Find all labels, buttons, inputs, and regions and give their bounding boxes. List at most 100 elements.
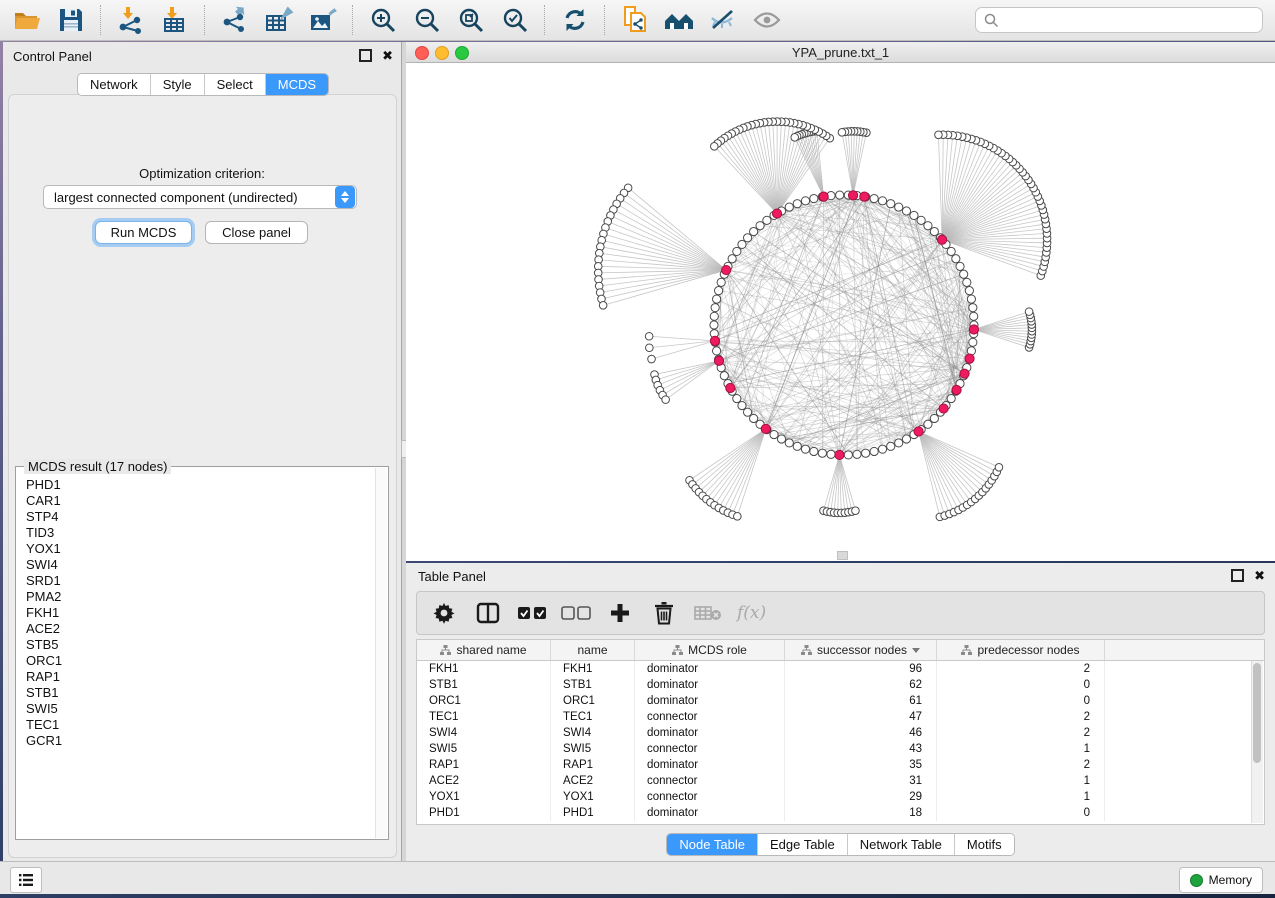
table-row[interactable]: ORC1ORC1dominator610 (417, 693, 1264, 709)
tab-style[interactable]: Style (151, 74, 205, 95)
table-cell: dominator (635, 677, 785, 693)
mcds-result-item[interactable]: YOX1 (17, 541, 376, 557)
mcds-result-item[interactable]: ORC1 (17, 653, 376, 669)
close-table-panel-icon[interactable]: ✖ (1254, 570, 1265, 581)
tab-mcds[interactable]: MCDS (266, 74, 328, 95)
tab-network[interactable]: Network (78, 74, 151, 95)
table-scrollbar-thumb[interactable] (1253, 663, 1261, 763)
float-panel-icon[interactable] (359, 49, 372, 62)
column-header-successor-nodes[interactable]: successor nodes (785, 640, 937, 660)
table-row[interactable]: TEC1TEC1connector472 (417, 709, 1264, 725)
mcds-result-item[interactable]: SWI5 (17, 701, 376, 717)
mcds-result-item[interactable]: RAP1 (17, 669, 376, 685)
table-cell: connector (635, 773, 785, 789)
table-row[interactable]: YOX1YOX1connector291 (417, 789, 1264, 805)
toolbar-separator (544, 5, 546, 35)
zoom-fit-icon[interactable] (452, 4, 490, 36)
table-row[interactable]: PHD1PHD1dominator180 (417, 805, 1264, 821)
close-panel-button[interactable]: Close panel (205, 221, 308, 244)
mcds-result-item[interactable]: CAR1 (17, 493, 376, 509)
control-panel-title: Control Panel (13, 49, 92, 64)
network-graph (406, 63, 1275, 560)
column-header-predecessor-nodes[interactable]: predecessor nodes (937, 640, 1105, 660)
search-input[interactable] (1005, 12, 1254, 28)
function-builder-icon[interactable]: f(x) (737, 603, 766, 623)
tab-edge-table[interactable]: Edge Table (758, 834, 848, 855)
column-header-name[interactable]: name (551, 640, 635, 660)
search-box[interactable] (975, 7, 1263, 33)
canvas-resize-handle[interactable] (837, 551, 848, 560)
network-canvas[interactable] (406, 63, 1275, 560)
tab-node-table[interactable]: Node Table (667, 834, 758, 855)
result-scrollbar[interactable] (375, 468, 387, 838)
table-row[interactable]: FKH1FKH1dominator962 (417, 661, 1264, 677)
table-cell: TEC1 (551, 709, 635, 725)
table-cell: 35 (785, 757, 937, 773)
table-row[interactable]: ACE2ACE2connector311 (417, 773, 1264, 789)
table-row[interactable]: STB1STB1dominator620 (417, 677, 1264, 693)
mcds-result-item[interactable]: STB5 (17, 637, 376, 653)
deselect-all-icon[interactable] (561, 598, 591, 628)
close-panel-icon[interactable]: ✖ (382, 50, 393, 61)
zoom-selected-icon[interactable] (496, 4, 534, 36)
table-cell: 1 (937, 773, 1105, 789)
column-pane-icon[interactable] (473, 598, 503, 628)
export-network-icon[interactable] (216, 4, 254, 36)
delete-table-icon[interactable] (693, 598, 723, 628)
mcds-result-item[interactable]: TEC1 (17, 717, 376, 733)
table-cell: SWI5 (551, 741, 635, 757)
table-row[interactable]: SWI4SWI4dominator462 (417, 725, 1264, 741)
table-cell: 2 (937, 661, 1105, 677)
mcds-result-item[interactable]: SWI4 (17, 557, 376, 573)
optimization-value: largest connected component (undirected) (44, 190, 335, 205)
duplicate-network-icon[interactable] (616, 4, 654, 36)
mcds-result-item[interactable]: FKH1 (17, 605, 376, 621)
column-header-filler (1105, 640, 1264, 660)
mcds-result-item[interactable]: PHD1 (17, 477, 376, 493)
tab-motifs[interactable]: Motifs (955, 834, 1014, 855)
mcds-result-item[interactable]: SRD1 (17, 573, 376, 589)
refresh-icon[interactable] (556, 4, 594, 36)
table-cell: PHD1 (551, 805, 635, 821)
table-cell: 62 (785, 677, 937, 693)
mcds-result-item[interactable]: STB1 (17, 685, 376, 701)
table-cell: 1 (937, 741, 1105, 757)
export-table-icon[interactable] (260, 4, 298, 36)
network-titlebar[interactable]: YPA_prune.txt_1 (406, 42, 1275, 63)
table-cell: FKH1 (551, 661, 635, 677)
delete-column-icon[interactable] (649, 598, 679, 628)
column-header-shared-name[interactable]: shared name (417, 640, 551, 660)
table-cell: SWI4 (551, 725, 635, 741)
mcds-result-item[interactable]: PMA2 (17, 589, 376, 605)
mcds-result-item[interactable]: STP4 (17, 509, 376, 525)
column-header-MCDS-role[interactable]: MCDS role (635, 640, 785, 660)
float-table-panel-icon[interactable] (1231, 569, 1244, 582)
tab-network-table[interactable]: Network Table (848, 834, 955, 855)
select-all-icon[interactable] (517, 598, 547, 628)
memory-button[interactable]: Memory (1179, 867, 1263, 893)
table-row[interactable]: SWI5SWI5connector431 (417, 741, 1264, 757)
import-network-icon[interactable] (112, 4, 150, 36)
hide-selected-icon[interactable] (704, 4, 742, 36)
import-table-icon[interactable] (156, 4, 194, 36)
table-settings-gear-icon[interactable] (429, 598, 459, 628)
zoom-in-icon[interactable] (364, 4, 402, 36)
list-icon (18, 873, 34, 887)
table-scrollbar[interactable] (1251, 661, 1263, 823)
table-row[interactable]: RAP1RAP1dominator352 (417, 757, 1264, 773)
mcds-result-item[interactable]: ACE2 (17, 621, 376, 637)
mcds-result-item[interactable]: GCR1 (17, 733, 376, 749)
show-all-icon[interactable] (748, 4, 786, 36)
tab-select[interactable]: Select (205, 74, 266, 95)
show-panels-button[interactable] (10, 867, 42, 893)
table-cell: YOX1 (551, 789, 635, 805)
optimization-dropdown[interactable]: largest connected component (undirected) (43, 185, 357, 209)
add-column-icon[interactable] (605, 598, 635, 628)
open-session-icon[interactable] (8, 4, 46, 36)
save-session-icon[interactable] (52, 4, 90, 36)
run-mcds-button[interactable]: Run MCDS (95, 221, 192, 244)
export-image-icon[interactable] (304, 4, 342, 36)
zoom-out-icon[interactable] (408, 4, 446, 36)
first-neighbors-icon[interactable] (660, 4, 698, 36)
mcds-result-item[interactable]: TID3 (17, 525, 376, 541)
